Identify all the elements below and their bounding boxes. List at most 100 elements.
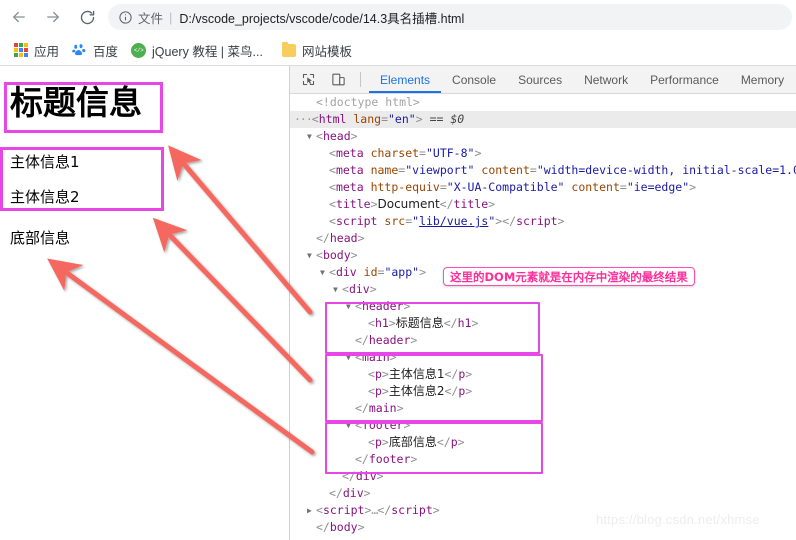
dom-tree-row[interactable]: ···<html lang="en"> == $0 bbox=[290, 111, 796, 128]
dom-token-sp bbox=[357, 265, 364, 279]
triangle-down-icon[interactable] bbox=[346, 298, 355, 315]
dom-token-tag: div bbox=[348, 282, 370, 296]
tab-network[interactable]: Network bbox=[573, 66, 639, 93]
bookmark-label: jQuery 教程 | 菜鸟... bbox=[152, 44, 263, 59]
dom-token-attr: content bbox=[571, 180, 620, 194]
dom-tree-row[interactable]: <footer> bbox=[290, 417, 796, 434]
dom-token-tag: header bbox=[361, 299, 404, 313]
triangle-down-icon[interactable] bbox=[320, 264, 329, 281]
dom-token-punc: </ bbox=[329, 486, 343, 500]
triangle-right-icon[interactable] bbox=[307, 502, 316, 519]
dom-token-punc: > bbox=[410, 452, 418, 466]
dom-tree-row[interactable]: <head> bbox=[290, 128, 796, 145]
dom-token-val: "viewport" bbox=[405, 163, 475, 177]
back-button[interactable] bbox=[4, 2, 34, 32]
triangle-down-icon[interactable] bbox=[307, 128, 316, 145]
tab-sources[interactable]: Sources bbox=[507, 66, 573, 93]
dom-tree-row[interactable]: <meta name="viewport" content="width=dev… bbox=[290, 162, 796, 179]
info-circle-icon[interactable] bbox=[118, 10, 133, 25]
dom-token-punc: < bbox=[368, 384, 375, 398]
dom-tree-row[interactable]: <meta http-equiv="X-UA-Compatible" conte… bbox=[290, 179, 796, 196]
triangle-down-icon[interactable] bbox=[346, 417, 355, 434]
page-footer-line: 底部信息 bbox=[10, 229, 71, 247]
dom-tree-row[interactable]: <p>主体信息1</p> bbox=[290, 366, 796, 383]
dom-token-punc: </ bbox=[355, 333, 369, 347]
dom-token-punc: > bbox=[350, 248, 358, 262]
dom-tree-row[interactable]: <h1>标题信息</h1> bbox=[290, 315, 796, 332]
dom-token-val: "width=device-width, initial-scale=1.0" bbox=[536, 163, 796, 177]
bookmarks-bar: 应用 百度 </> jQuery 教程 | 菜鸟... 网站模板 bbox=[0, 34, 796, 66]
dom-token-punc: > bbox=[410, 333, 418, 347]
dom-token-punc: = bbox=[619, 180, 627, 194]
dom-tree-row[interactable]: </div> bbox=[290, 468, 796, 485]
bookmark-label: 应用 bbox=[34, 44, 60, 59]
triangle-down-icon[interactable] bbox=[333, 281, 342, 298]
device-toolbar-icon[interactable] bbox=[326, 68, 350, 92]
dom-tree-row[interactable]: <script src="lib/vue.js"></script> bbox=[290, 213, 796, 230]
browser-chrome: 文件 | D:/vscode_projects/vscode/code/14.3… bbox=[0, 0, 796, 66]
dom-tree-row[interactable]: </div> bbox=[290, 485, 796, 502]
dom-token-tag: html bbox=[318, 112, 347, 126]
dom-token-punc: </ bbox=[316, 520, 330, 534]
dom-token-val: "app" bbox=[384, 265, 420, 279]
bookmark-folder[interactable]: 网站模板 bbox=[277, 39, 357, 61]
dom-tree-row[interactable]: <p>主体信息2</p> bbox=[290, 383, 796, 400]
dom-token-punc: > bbox=[370, 197, 378, 211]
dom-tree-row[interactable]: <main> bbox=[290, 349, 796, 366]
dom-token-tag: title bbox=[453, 197, 489, 211]
bookmark-label: 百度 bbox=[93, 44, 119, 59]
dom-tree-row[interactable]: <!doctype html> bbox=[290, 94, 796, 111]
dom-token-val: "en" bbox=[388, 112, 416, 126]
address-bar[interactable]: 文件 | D:/vscode_projects/vscode/code/14.3… bbox=[108, 4, 792, 30]
dom-tree-row[interactable]: <title>Document</title> bbox=[290, 196, 796, 213]
dom-token-sp bbox=[364, 146, 371, 160]
dom-token-punc: > bbox=[357, 231, 365, 245]
dom-tree-row[interactable]: <meta charset="UTF-8"> bbox=[290, 145, 796, 162]
tab-memory[interactable]: Memory bbox=[730, 66, 795, 93]
omnibox-url-text[interactable]: D:/vscode_projects/vscode/code/14.3具名插槽.… bbox=[179, 8, 464, 27]
inspect-element-icon[interactable] bbox=[296, 68, 320, 92]
bookmark-apps[interactable]: 应用 bbox=[9, 39, 64, 61]
bookmark-baidu[interactable]: 百度 bbox=[67, 39, 123, 61]
dom-token-val: "UTF-8" bbox=[425, 146, 475, 160]
dom-tree[interactable]: <!doctype html> ···<html lang="en"> == $0… bbox=[290, 94, 796, 540]
dom-tree-row[interactable]: </footer> bbox=[290, 451, 796, 468]
tab-performance[interactable]: Performance bbox=[639, 66, 730, 93]
dom-token-tag: div bbox=[335, 265, 357, 279]
jquery-icon: </> bbox=[131, 42, 147, 58]
dom-token-punc: </ bbox=[355, 452, 369, 466]
dom-token-punc: = bbox=[529, 163, 537, 177]
triangle-down-icon[interactable] bbox=[307, 247, 316, 264]
annotation-callout-text: 这里的DOM元素就是在内存中渲染的最终结果 bbox=[450, 269, 688, 284]
dom-token-tag: p bbox=[374, 384, 382, 398]
tab-console[interactable]: Console bbox=[441, 66, 507, 93]
dom-token-tag: header bbox=[368, 333, 411, 347]
forward-button[interactable] bbox=[38, 2, 68, 32]
dom-token-punc: < bbox=[329, 163, 336, 177]
dom-tree-row[interactable]: </head> bbox=[290, 230, 796, 247]
dom-tree-row[interactable]: </main> bbox=[290, 400, 796, 417]
dom-tree-row[interactable]: <body> bbox=[290, 247, 796, 264]
dom-token-tag: div bbox=[342, 486, 364, 500]
dom-tree-row[interactable]: </header> bbox=[290, 332, 796, 349]
dom-token-punc: < bbox=[329, 180, 336, 194]
dom-token-punc: </ bbox=[377, 503, 392, 517]
triangle-down-icon[interactable] bbox=[346, 349, 355, 366]
dom-tree-row[interactable]: <p>底部信息</p> bbox=[290, 434, 796, 451]
tab-elements[interactable]: Elements bbox=[369, 66, 442, 93]
dom-token-punc: > bbox=[369, 282, 377, 296]
dom-tree-row[interactable]: <header> bbox=[290, 298, 796, 315]
dom-token-punc: > bbox=[471, 316, 479, 330]
screenshot-root: 文件 | D:/vscode_projects/vscode/code/14.3… bbox=[0, 0, 796, 540]
dom-token-punc: > bbox=[403, 299, 411, 313]
bookmark-jquery[interactable]: </> jQuery 教程 | 菜鸟... bbox=[126, 39, 268, 61]
dom-token-punc: < bbox=[355, 299, 362, 313]
reload-button[interactable] bbox=[72, 2, 102, 32]
